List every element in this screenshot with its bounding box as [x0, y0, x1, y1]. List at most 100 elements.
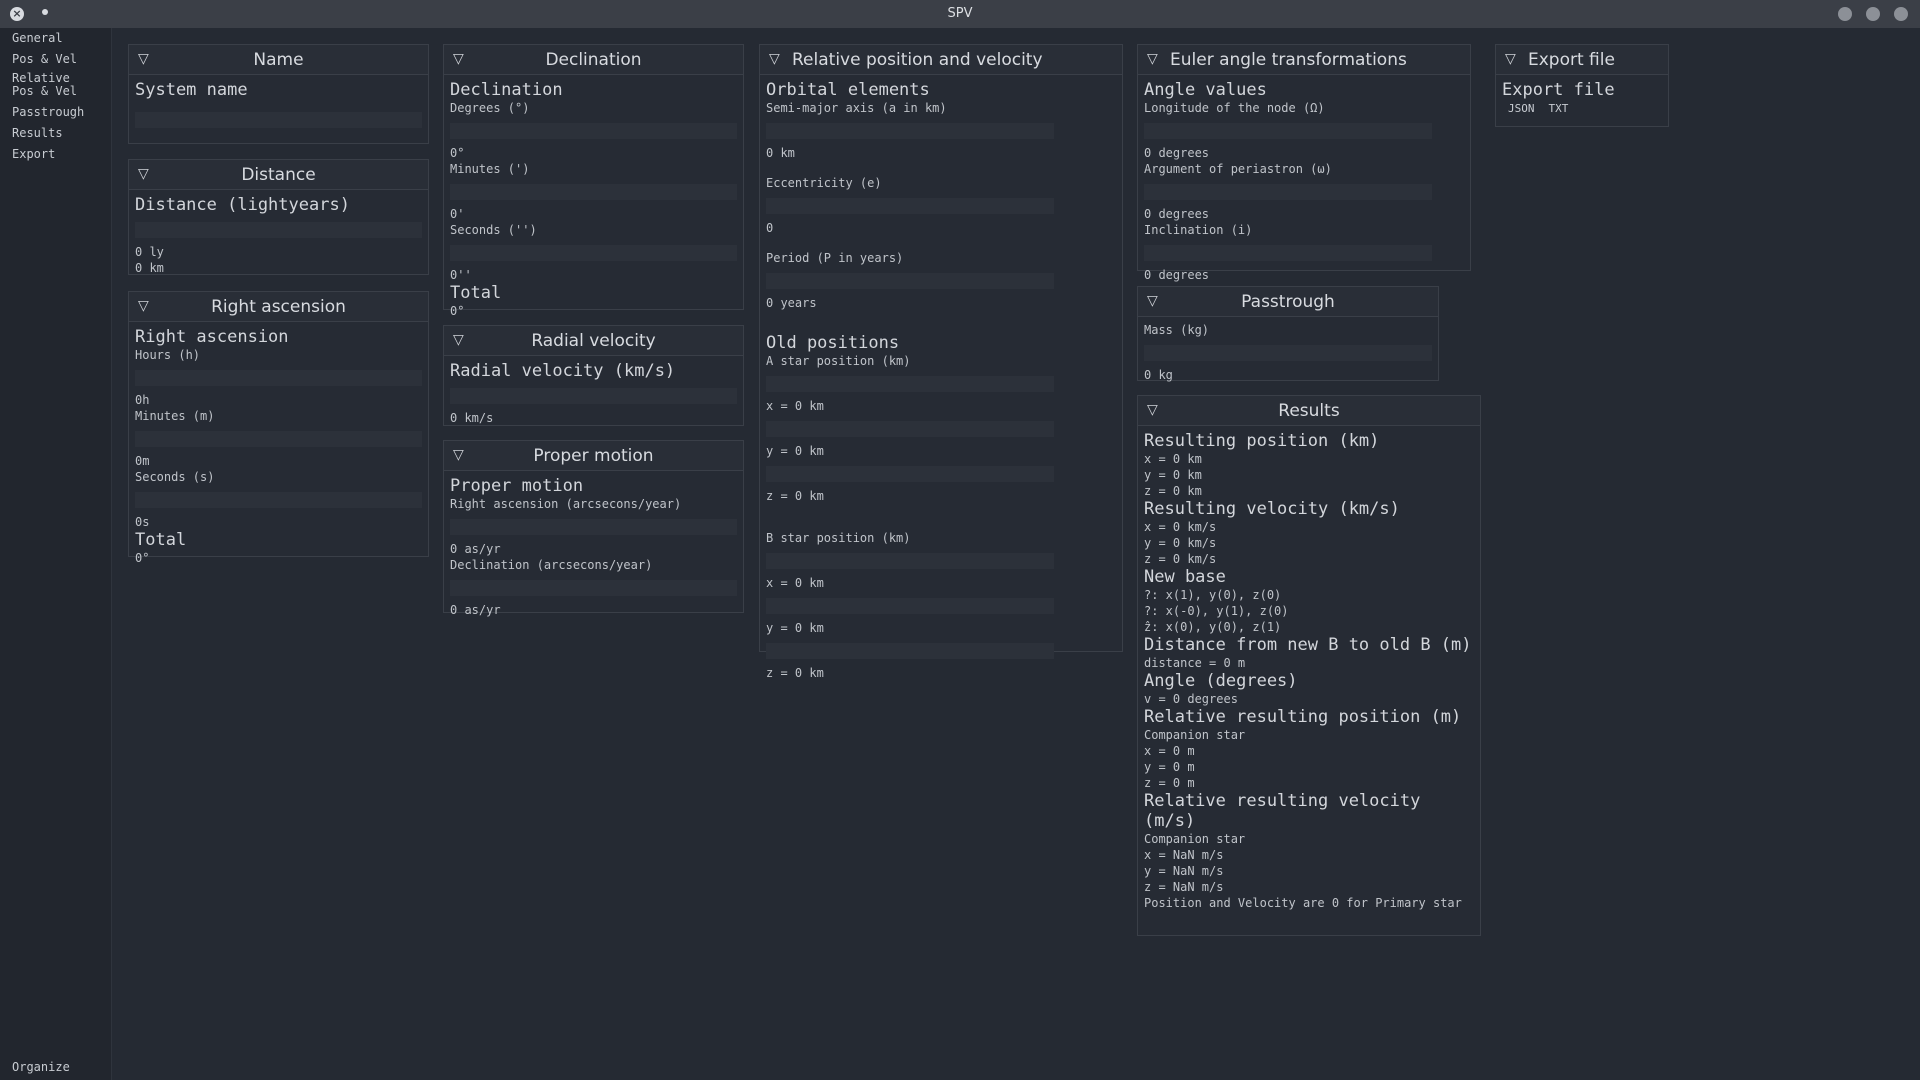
proper-motion-panel: ▽ Proper motion Proper motion Right asce… — [443, 440, 744, 617]
node-longitude-input[interactable] — [1144, 123, 1432, 139]
name-panel-header[interactable]: ▽ Name — [129, 45, 428, 75]
close-window-button[interactable] — [1894, 7, 1908, 21]
result-value: z = 0 km — [1144, 484, 1202, 498]
sidebar-item-pos-vel[interactable]: Pos & Vel — [12, 53, 107, 66]
export-txt-button[interactable]: TXT — [1549, 102, 1569, 115]
section-title: System name — [135, 80, 248, 100]
seconds-value: 0s — [135, 515, 150, 529]
distance-input[interactable] — [135, 222, 422, 238]
distance-ly-value: 0 ly — [135, 245, 164, 259]
distance-panel-header[interactable]: ▽ Distance — [129, 160, 428, 190]
period-input[interactable] — [766, 273, 1054, 289]
b-star-x-input[interactable] — [766, 553, 1054, 569]
triangle-down-icon[interactable]: ▽ — [453, 51, 464, 67]
triangle-down-icon[interactable]: ▽ — [138, 51, 149, 67]
sidebar-item-export[interactable]: Export — [12, 148, 107, 161]
passtrough-panel-header[interactable]: ▽ Passtrough — [1138, 287, 1438, 317]
radial-velocity-value: 0 km/s — [450, 411, 494, 425]
export-json-button[interactable]: JSON — [1508, 102, 1535, 115]
relative-position-panel-header[interactable]: ▽ Relative position and velocity — [760, 45, 1122, 75]
result-value: v = 0 degrees — [1144, 692, 1238, 706]
new-base-title: New base — [1144, 567, 1226, 587]
results-panel-header[interactable]: ▽ Results — [1138, 396, 1480, 426]
radial-velocity-input[interactable] — [450, 388, 737, 404]
b-star-position-label: B star position (km) — [766, 531, 911, 545]
export-panel: ▽ Export file Export file JSON TXT — [1495, 44, 1669, 127]
result-value: z = NaN m/s — [1144, 880, 1224, 894]
result-value: x = 0 km — [1144, 452, 1202, 466]
panel-title: Relative position and velocity — [792, 49, 1043, 70]
triangle-down-icon[interactable]: ▽ — [453, 332, 464, 348]
radial-velocity-panel-header[interactable]: ▽ Radial velocity — [444, 326, 743, 356]
seconds-input[interactable] — [135, 492, 422, 508]
relative-velocity-title: Relative resulting velocity (m/s) — [1144, 791, 1421, 831]
panel-title: Euler angle transformations — [1170, 49, 1407, 70]
a-star-x-input[interactable] — [766, 376, 1054, 392]
export-panel-header[interactable]: ▽ Export file — [1496, 45, 1668, 75]
b-star-y-input[interactable] — [766, 598, 1054, 614]
panel-title: Radial velocity — [531, 330, 656, 351]
hours-label: Hours (h) — [135, 348, 201, 362]
sidebar-item-organize[interactable]: Organize — [12, 1061, 107, 1074]
triangle-down-icon[interactable]: ▽ — [453, 447, 464, 463]
declination-panel: ▽ Declination Declination Degrees (°) 0°… — [443, 44, 744, 318]
minimize-button[interactable] — [1838, 7, 1852, 21]
mass-input[interactable] — [1144, 345, 1432, 361]
periastron-input[interactable] — [1144, 184, 1432, 200]
minutes-input[interactable] — [135, 431, 422, 447]
b-star-z-value: z = 0 km — [766, 666, 824, 680]
sidebar-item-results[interactable]: Results — [12, 127, 107, 140]
inclination-label: Inclination (i) — [1144, 223, 1253, 237]
triangle-down-icon[interactable]: ▽ — [1147, 402, 1158, 418]
right-ascension-panel-header[interactable]: ▽ Right ascension — [129, 292, 428, 322]
distance-panel: ▽ Distance Distance (lightyears) 0 ly 0 … — [128, 159, 429, 275]
b-star-z-input[interactable] — [766, 643, 1054, 659]
sidebar-item-relative-pos-vel[interactable]: Relative Pos & Vel — [12, 72, 107, 98]
section-title: Proper motion — [450, 476, 584, 496]
sidebar-item-passtrough[interactable]: Passtrough — [12, 106, 107, 119]
semi-major-axis-label: Semi-major axis (a in km) — [766, 101, 947, 115]
right-ascension-panel: ▽ Right ascension Right ascension Hours … — [128, 291, 429, 565]
minutes-label: Minutes (m) — [135, 409, 215, 423]
sidebar-item-general[interactable]: General — [12, 32, 107, 45]
ra-motion-input[interactable] — [450, 519, 737, 535]
relative-position-panel: ▽ Relative position and velocity Orbital… — [759, 44, 1123, 680]
triangle-down-icon[interactable]: ▽ — [138, 166, 149, 182]
seconds-label: Seconds (s) — [135, 470, 215, 484]
inclination-input[interactable] — [1144, 245, 1432, 261]
angle-title: Angle (degrees) — [1144, 671, 1298, 691]
degrees-input[interactable] — [450, 123, 737, 139]
radial-velocity-panel: ▽ Radial velocity Radial velocity (km/s)… — [443, 325, 744, 426]
triangle-down-icon[interactable]: ▽ — [769, 51, 780, 67]
triangle-down-icon[interactable]: ▽ — [1147, 51, 1158, 67]
mass-value: 0 kg — [1144, 368, 1173, 382]
a-star-z-input[interactable] — [766, 466, 1054, 482]
euler-angle-panel-header[interactable]: ▽ Euler angle transformations — [1138, 45, 1470, 75]
result-value: ?: x(-0), y(1), z(0) — [1144, 604, 1289, 618]
minutes-value: 0m — [135, 454, 150, 468]
panel-title: Export file — [1528, 49, 1615, 70]
result-value: y = 0 m — [1144, 760, 1195, 774]
inclination-value: 0 degrees — [1144, 268, 1210, 282]
eccentricity-label: Eccentricity (e) — [766, 176, 882, 190]
eccentricity-input[interactable] — [766, 198, 1054, 214]
semi-major-axis-input[interactable] — [766, 123, 1054, 139]
a-star-y-input[interactable] — [766, 421, 1054, 437]
triangle-down-icon[interactable]: ▽ — [1505, 51, 1516, 67]
proper-motion-panel-header[interactable]: ▽ Proper motion — [444, 441, 743, 471]
minutes-input[interactable] — [450, 184, 737, 200]
triangle-down-icon[interactable]: ▽ — [1147, 293, 1158, 309]
panel-title: Name — [253, 49, 304, 70]
declination-panel-header[interactable]: ▽ Declination — [444, 45, 743, 75]
sidebar: General Pos & Vel Relative Pos & Vel Pas… — [0, 28, 112, 1080]
euler-angle-panel: ▽ Euler angle transformations Angle valu… — [1137, 44, 1471, 282]
dec-motion-input[interactable] — [450, 580, 737, 596]
hours-input[interactable] — [135, 370, 422, 386]
period-label: Period (P in years) — [766, 251, 904, 265]
orbital-elements-title: Orbital elements — [766, 80, 930, 100]
seconds-input[interactable] — [450, 245, 737, 261]
system-name-input[interactable] — [135, 112, 422, 128]
triangle-down-icon[interactable]: ▽ — [138, 298, 149, 314]
maximize-button[interactable] — [1866, 7, 1880, 21]
result-value: y = 0 km/s — [1144, 536, 1217, 550]
